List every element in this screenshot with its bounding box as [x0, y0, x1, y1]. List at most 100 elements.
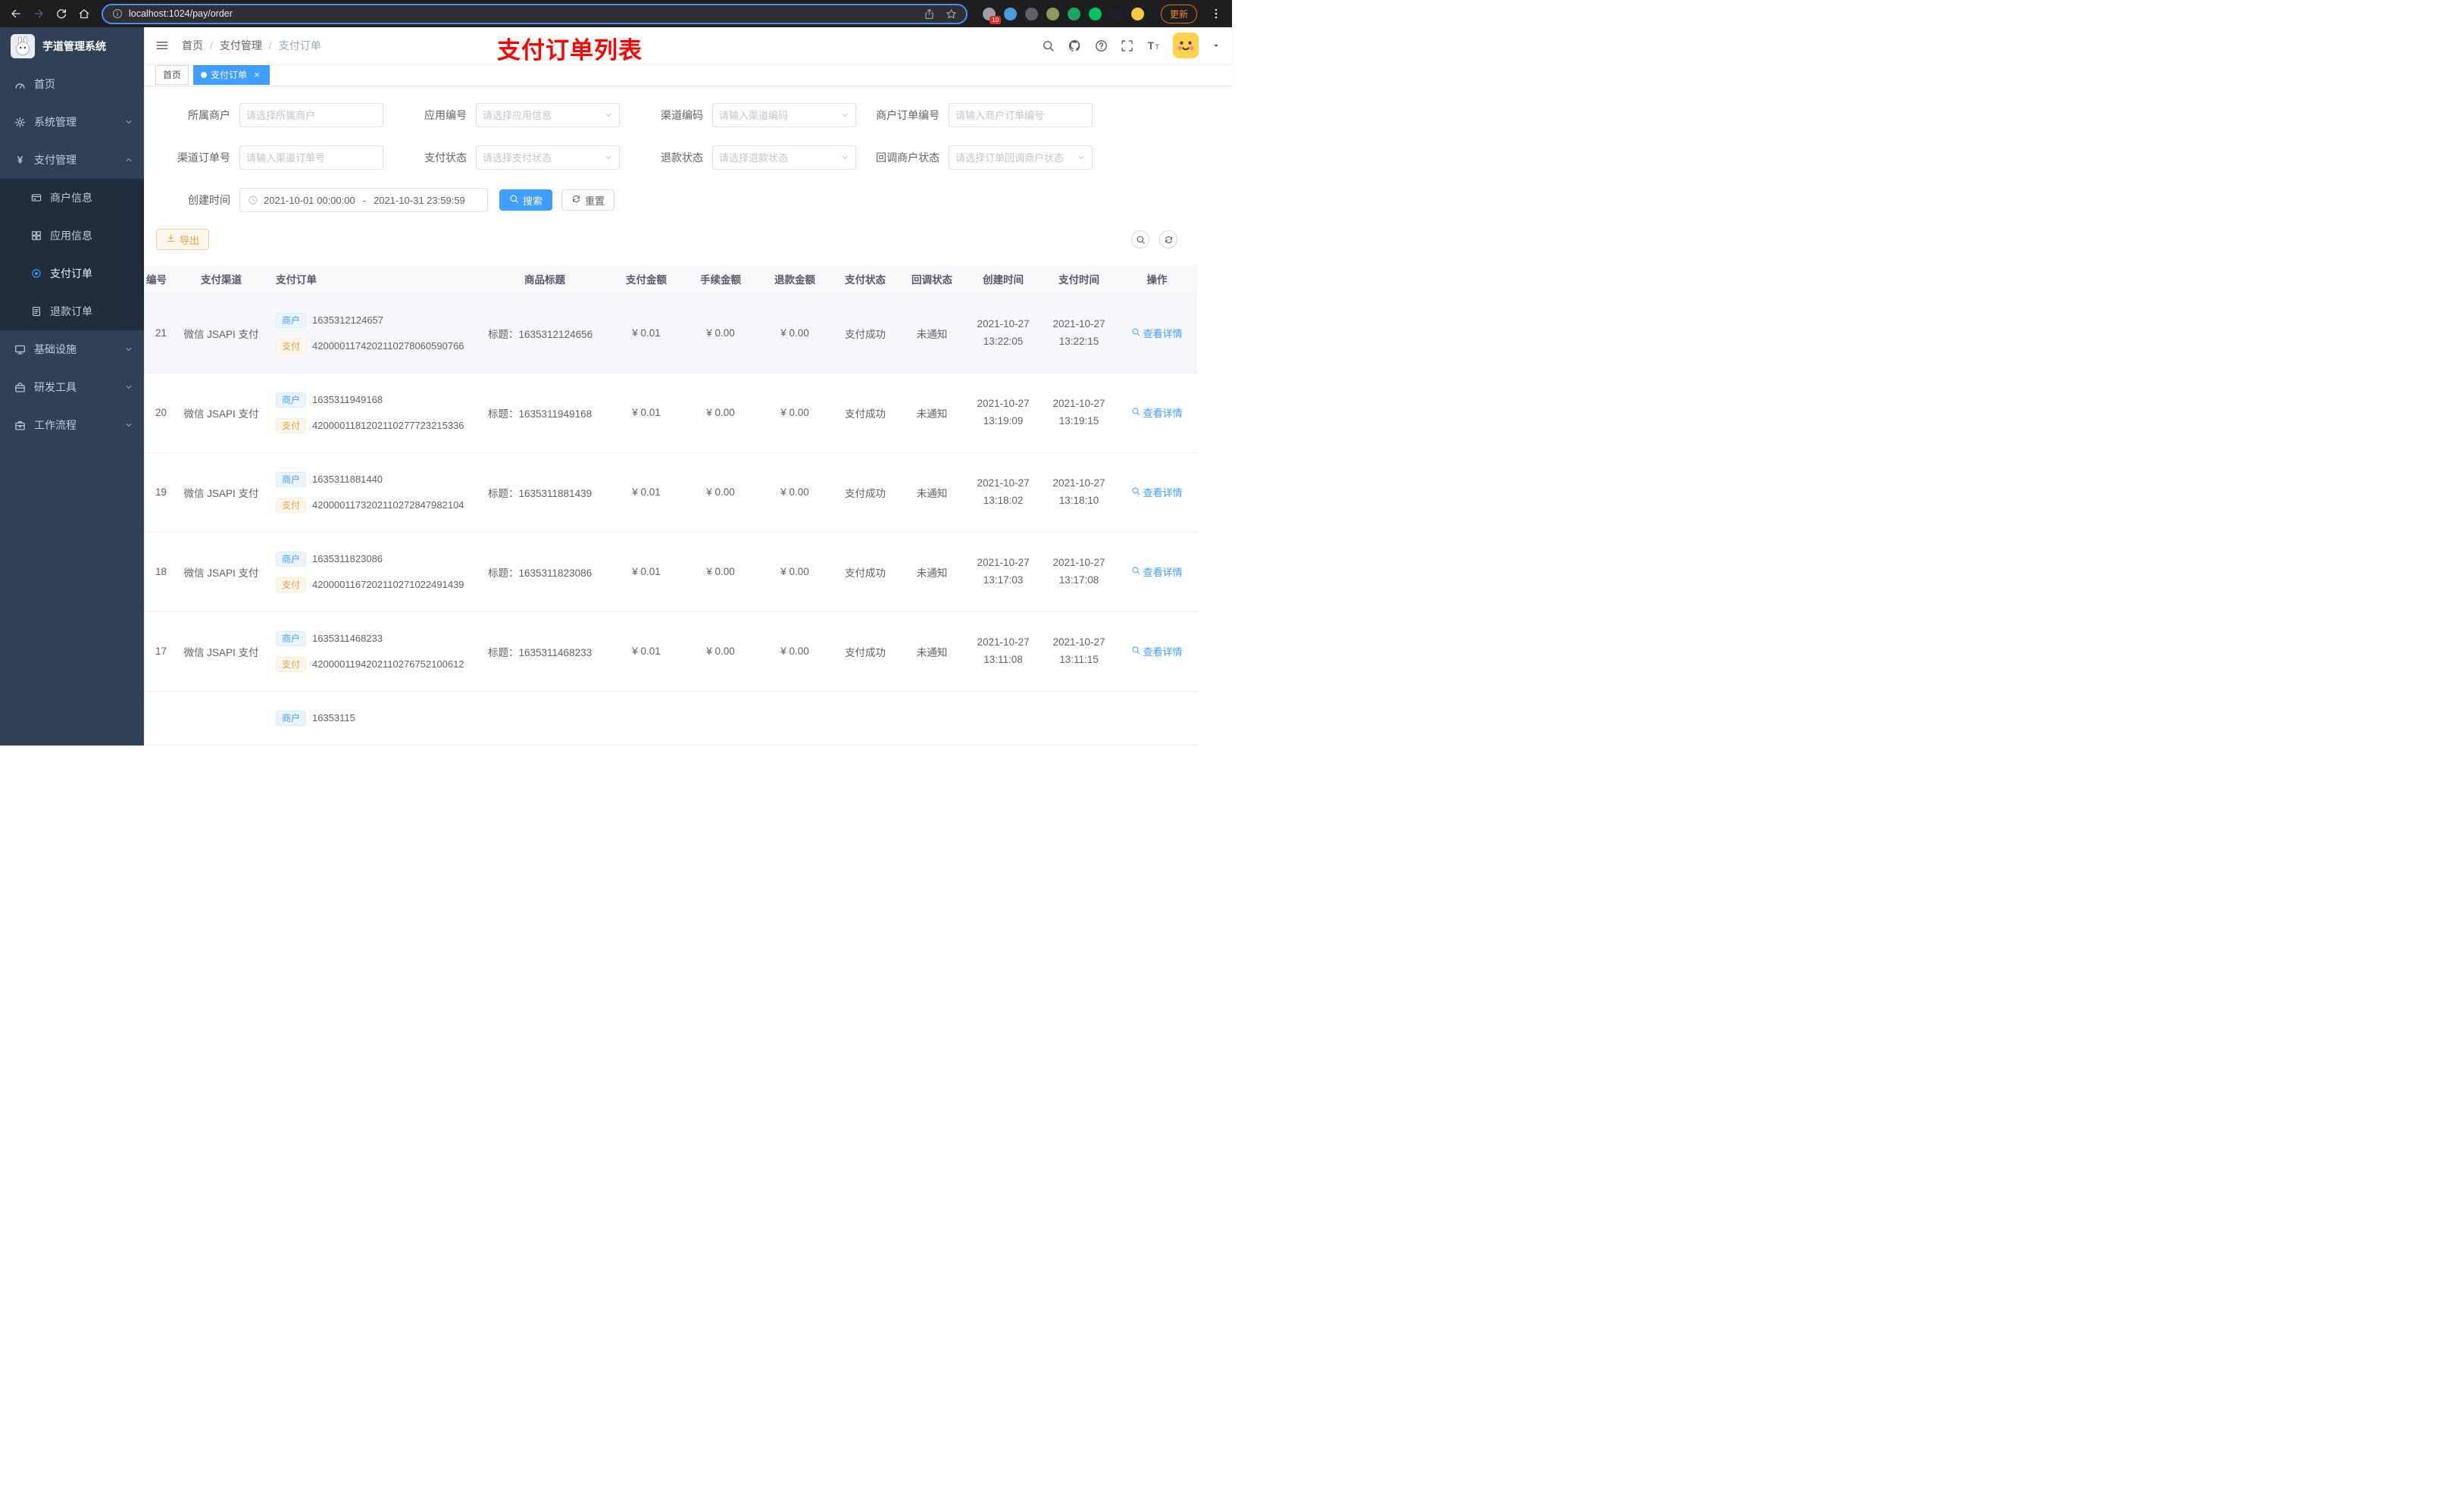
browser-chrome: localhost:1024/pay/order 10 更新	[0, 0, 1232, 27]
help-icon[interactable]	[1095, 39, 1108, 52]
sidebar-item-label: 应用信息	[50, 230, 92, 242]
filter-input-0[interactable]	[239, 103, 383, 127]
filter-input-field[interactable]	[246, 152, 377, 164]
update-button[interactable]: 更新	[1160, 4, 1197, 23]
filter-input-field[interactable]	[719, 109, 849, 121]
extension-8-icon[interactable]	[1130, 7, 1144, 20]
filter-input-4[interactable]	[239, 145, 383, 170]
export-button[interactable]: 导出	[156, 229, 210, 250]
tabs-bar: 首页 支付订单 ×	[144, 64, 1232, 86]
chevron-down-icon[interactable]	[1212, 41, 1221, 50]
cell-created	[965, 691, 1041, 746]
cell-amount: ¥ 0.01	[609, 611, 683, 692]
view-detail-link[interactable]: 查看详情	[1131, 326, 1183, 340]
filter-select-2[interactable]	[712, 103, 856, 127]
extension-2-icon[interactable]	[1003, 7, 1017, 20]
github-icon[interactable]	[1068, 39, 1082, 53]
back-button[interactable]	[6, 4, 26, 23]
site-info-icon[interactable]	[112, 8, 123, 19]
filter-input-field[interactable]	[955, 152, 1086, 164]
cell-status: 支付成功	[832, 452, 899, 533]
breadcrumb-item[interactable]: 支付管理	[220, 38, 262, 53]
table-refresh-button[interactable]	[1159, 230, 1177, 248]
filter-input-field[interactable]	[719, 152, 849, 164]
column-header-order: 支付订单	[268, 265, 480, 294]
filter-label: 回调商户状态	[876, 152, 940, 164]
extension-1-icon[interactable]: 10	[982, 7, 1001, 24]
avatar[interactable]	[1173, 33, 1199, 58]
filter-label: 渠道订单号	[177, 152, 230, 164]
merchant-order-no: 1635311468233	[312, 633, 383, 644]
view-detail-link[interactable]: 查看详情	[1131, 644, 1183, 658]
merchant-order-no: 1635311949168	[312, 394, 383, 405]
forward-button[interactable]	[29, 4, 48, 23]
filter-label: 应用编号	[424, 109, 467, 121]
bookmark-star-icon[interactable]	[946, 8, 957, 20]
sidebar-item-home[interactable]: 首页	[0, 65, 144, 103]
address-bar[interactable]: localhost:1024/pay/order	[102, 3, 968, 24]
filter-select-6[interactable]	[712, 145, 856, 170]
cell-status	[832, 691, 899, 746]
filter-select-7[interactable]	[949, 145, 1093, 170]
extension-7-icon[interactable]	[1109, 7, 1123, 20]
merchant-order-no: 1635311881440	[312, 474, 383, 485]
pay-tag: 支付	[276, 338, 307, 354]
chrome-menu-button[interactable]	[1206, 4, 1226, 23]
sidebar-item-refund-order[interactable]: 退款订单	[0, 292, 144, 330]
view-detail-label: 查看详情	[1143, 487, 1183, 499]
font-size-icon[interactable]: TT	[1146, 39, 1160, 52]
extension-5-icon[interactable]	[1067, 7, 1080, 20]
sidebar-item-label: 基础设施	[34, 343, 77, 355]
filter-input-3[interactable]	[949, 103, 1093, 127]
create-time-range-picker[interactable]: 2021-10-01 00:00:00 - 2021-10-31 23:59:5…	[239, 188, 488, 212]
sidebar-item-system[interactable]: 系统管理	[0, 103, 144, 141]
reset-button[interactable]: 重置	[561, 189, 615, 211]
share-icon[interactable]	[924, 8, 935, 20]
column-header-fee: 手续金额	[683, 265, 758, 294]
tab-1[interactable]: 支付订单 ×	[193, 64, 270, 85]
filter-input-field[interactable]	[246, 109, 377, 121]
filter-field-7: 回调商户状态	[865, 145, 1102, 170]
refresh-icon	[571, 194, 581, 206]
breadcrumb-item[interactable]: 首页	[182, 38, 203, 53]
home-button[interactable]	[74, 4, 94, 23]
view-detail-link[interactable]: 查看详情	[1131, 405, 1183, 420]
url-text: localhost:1024/pay/order	[129, 8, 233, 19]
fullscreen-icon[interactable]	[1121, 39, 1134, 52]
sidebar-item-pay-order[interactable]: 支付订单	[0, 255, 144, 292]
search-button[interactable]: 搜索	[499, 189, 553, 211]
sidebar-item-workflow[interactable]: 工作流程	[0, 406, 144, 444]
date-start-value: 2021-10-01 00:00:00	[264, 194, 355, 206]
close-icon[interactable]: ×	[252, 69, 262, 80]
sidebar-item-merchant-info[interactable]: 商户信息	[0, 179, 144, 217]
filter-select-1[interactable]	[476, 103, 620, 127]
extension-3-icon[interactable]	[1024, 7, 1038, 20]
sidebar-item-pay[interactable]: ¥ 支付管理	[0, 141, 144, 179]
sidebar-item-app-info[interactable]: 应用信息	[0, 217, 144, 255]
extension-4-icon[interactable]	[1046, 7, 1059, 20]
view-detail-link[interactable]: 查看详情	[1131, 564, 1183, 579]
cell-channel: 微信 JSAPI 支付	[174, 373, 268, 453]
sidebar-item-infra[interactable]: 基础设施	[0, 330, 144, 368]
view-detail-link[interactable]: 查看详情	[1131, 485, 1183, 499]
filter-input-field[interactable]	[483, 109, 613, 121]
search-icon[interactable]	[1042, 39, 1055, 52]
filter-select-5[interactable]	[476, 145, 620, 170]
created-value: 13:22:05	[983, 335, 1024, 347]
filter-input-field[interactable]	[483, 152, 613, 164]
merchant-order-line: 商户 1635311881440	[276, 471, 473, 487]
cell-fee: ¥ 0.00	[683, 452, 758, 533]
app-logo[interactable]: 芋道管理系统	[0, 27, 144, 65]
table-row: 17 微信 JSAPI 支付 商户 1635311468233 支付 4200001194…	[144, 611, 1197, 692]
filter-fields: 所属商户 应用编号 渠道编码 商户订单编号渠道订单号 支付状态 退款状态 回调商户状态	[156, 103, 1232, 170]
reload-button[interactable]	[52, 4, 71, 23]
tab-0[interactable]: 首页	[155, 64, 189, 85]
hamburger-icon[interactable]	[155, 39, 169, 52]
table-search-toggle-button[interactable]	[1131, 230, 1149, 248]
extension-6-icon[interactable]	[1088, 7, 1102, 20]
paid-value: 2021-10-27	[1052, 318, 1105, 330]
filter-input-field[interactable]	[955, 109, 1086, 121]
pay-order-line: 支付 4200001167202110271022491439	[276, 577, 473, 592]
sidebar-item-devtool[interactable]: 研发工具	[0, 368, 144, 406]
grid-icon	[31, 230, 42, 241]
